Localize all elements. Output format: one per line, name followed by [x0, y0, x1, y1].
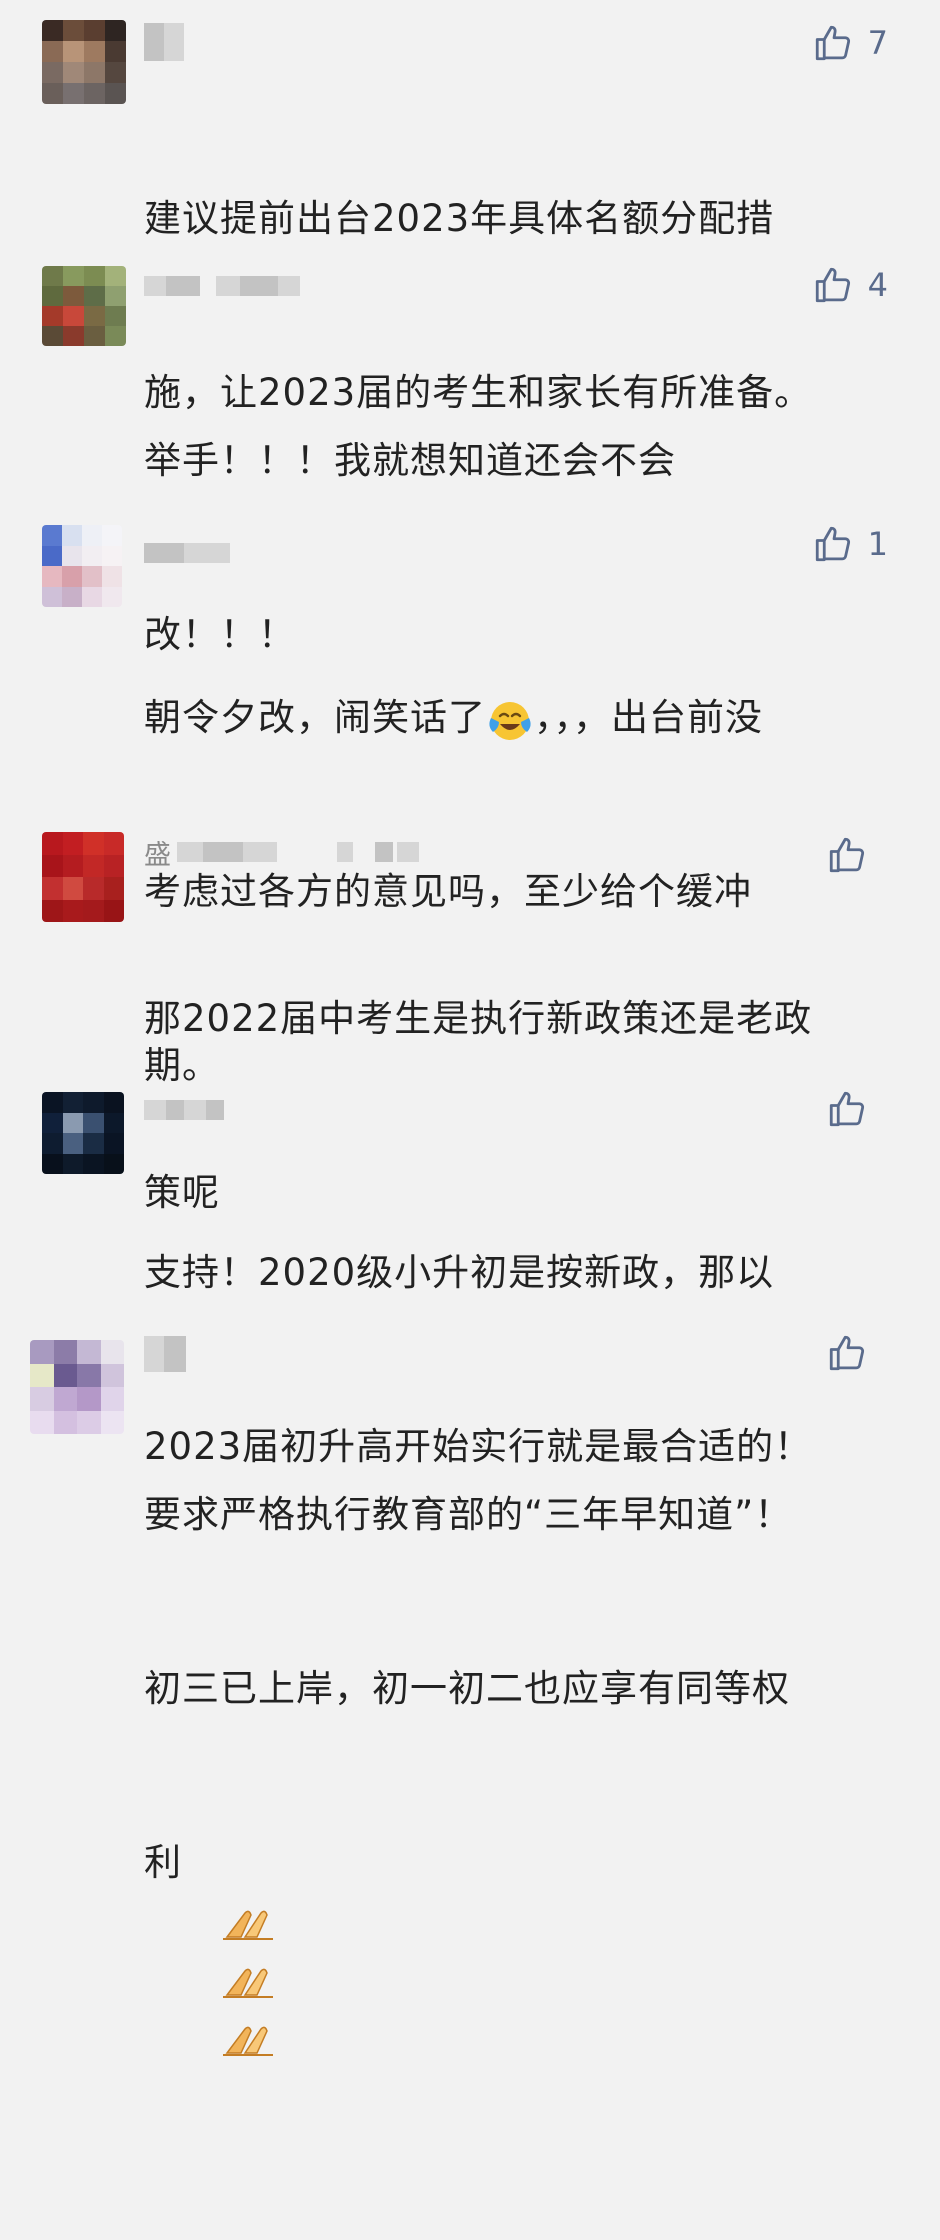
folded-hands-emoji — [222, 1910, 273, 1940]
like-button[interactable] — [826, 832, 882, 878]
face-with-tears-of-joy-emoji — [489, 701, 531, 740]
thumbs-up-icon — [815, 25, 850, 61]
comment-line: 初三已上岸，初一初二也应享有同等权 — [144, 1667, 790, 1710]
thumbs-up-icon — [815, 526, 850, 562]
comment-line: 朝令夕改，闹笑话了 ，，，出台前没 — [144, 689, 904, 747]
avatar[interactable] — [42, 266, 126, 346]
avatar[interactable] — [42, 832, 124, 922]
like-button[interactable]: 1 — [812, 521, 888, 567]
thumbs-up-icon — [829, 1091, 865, 1127]
nickname-blurred — [144, 533, 230, 573]
avatar[interactable] — [42, 1092, 124, 1174]
nickname-blurred — [144, 22, 184, 62]
comment-text-segment: 利 — [144, 1841, 182, 1884]
like-button[interactable] — [826, 1086, 882, 1132]
comment-text: 要求严格执行教育部的“三年早知道”！ 初三已上岸，初一初二也应享有同等权 利 — [144, 1370, 904, 2240]
comment-line: 支持！2020级小升初是按新政，那以 — [144, 1251, 775, 1294]
folded-hands-emoji — [222, 2026, 273, 2056]
folded-hands-emoji — [222, 1968, 273, 1998]
like-count: 7 — [867, 24, 888, 62]
comment-line: 利 — [144, 1834, 904, 2124]
avatar[interactable] — [42, 525, 122, 607]
comment-text-segment: ，，，出台前没 — [534, 696, 763, 739]
nickname: 盛 — [144, 832, 419, 872]
thumbs-up-icon — [829, 837, 865, 873]
like-count: 4 — [867, 266, 888, 304]
comment-text-segment: 朝令夕改，闹笑话了 — [144, 696, 486, 739]
avatar[interactable] — [30, 1340, 124, 1434]
nickname-blurred — [144, 1334, 186, 1374]
avatar[interactable] — [42, 20, 126, 104]
like-button[interactable]: 4 — [812, 262, 888, 308]
comment-line: 要求严格执行教育部的“三年早知道”！ — [144, 1493, 793, 1536]
comment-line: 那2022届中考生是执行新政策还是老政 — [144, 997, 813, 1040]
like-button[interactable]: 7 — [812, 20, 888, 66]
nickname-text: 盛 — [144, 839, 171, 871]
comment-line: 举手！！！我就想知道还会不会 — [144, 439, 676, 482]
thumbs-up-icon — [815, 267, 850, 303]
nickname-blurred — [144, 1090, 224, 1130]
nickname-blurred — [144, 266, 300, 306]
comment-line: 建议提前出台2023年具体名额分配措 — [144, 197, 775, 240]
thumbs-up-icon — [829, 1335, 865, 1371]
like-count: 1 — [867, 525, 888, 563]
